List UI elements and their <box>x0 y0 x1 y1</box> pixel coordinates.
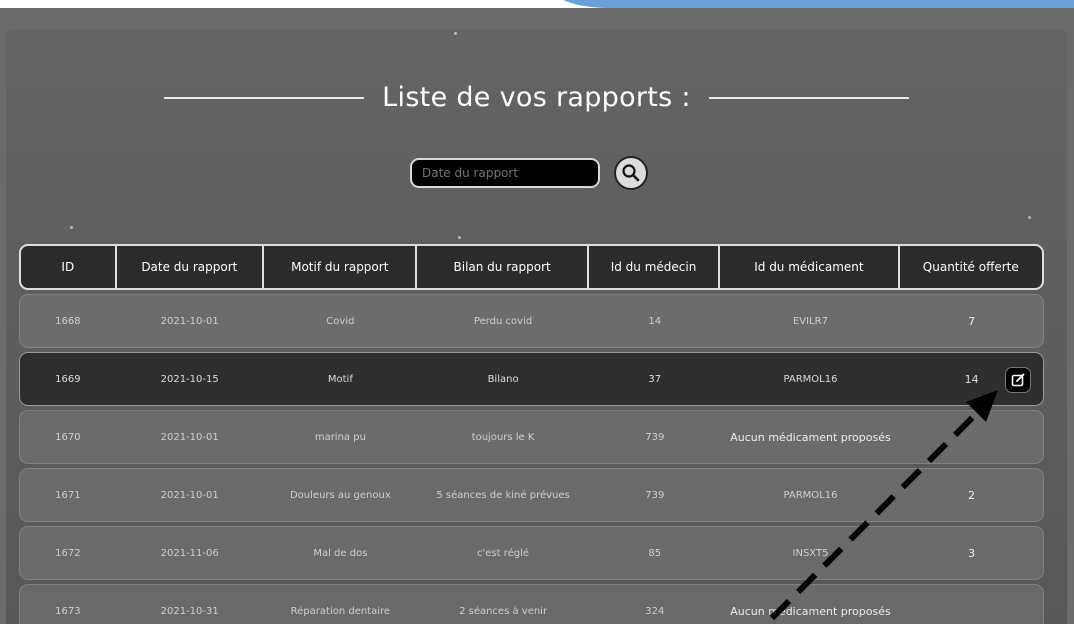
cell-quantite: 7 <box>968 314 976 328</box>
cell-date: 2021-10-01 <box>160 315 219 327</box>
cell-date: 2021-10-01 <box>160 431 219 443</box>
cell-date: 2021-10-15 <box>160 373 219 385</box>
cell-medecin: 739 <box>645 489 665 501</box>
cell-bilan: c'est réglé <box>477 547 530 559</box>
search-input[interactable] <box>410 158 600 188</box>
column-header-medecin[interactable]: Id du médecin <box>589 246 721 288</box>
cell-medicament: Aucun médicament proposés <box>730 430 891 444</box>
cell-date: 2021-10-01 <box>160 489 219 501</box>
cell-bilan: Perdu covid <box>473 315 533 327</box>
cell-motif: Motif <box>327 373 353 385</box>
search-button[interactable] <box>614 156 648 190</box>
title-line-right <box>708 96 909 99</box>
decor-dot <box>458 236 461 239</box>
table-row[interactable]: 1672 2021-11-06 Mal de dos c'est réglé 8… <box>19 526 1044 580</box>
edit-icon <box>1011 373 1025 387</box>
page-frame: Liste de vos rapports : ID Date du rappo… <box>0 8 1074 624</box>
cell-medecin: 14 <box>648 315 662 327</box>
cell-motif: Covid <box>326 315 355 327</box>
cell-id: 1671 <box>55 489 81 501</box>
cell-motif: marina pu <box>314 431 366 443</box>
cell-id: 1669 <box>55 373 81 385</box>
column-header-medicament[interactable]: Id du médicament <box>720 246 900 288</box>
cell-bilan: Bilano <box>487 373 519 385</box>
table-header: ID Date du rapport Motif du rapport Bila… <box>19 244 1044 290</box>
column-header-motif[interactable]: Motif du rapport <box>264 246 418 288</box>
cell-date: 2021-11-06 <box>160 547 219 559</box>
top-accent-shape <box>548 0 1074 8</box>
table-row[interactable]: 1671 2021-10-01 Douleurs au genoux 5 séa… <box>19 468 1044 522</box>
cell-medicament: PARMOL16 <box>783 489 838 501</box>
decor-dot <box>70 226 73 229</box>
top-bar <box>0 0 1074 8</box>
cell-id: 1668 <box>55 315 81 327</box>
cell-bilan: 2 séances à venir <box>459 605 548 617</box>
edit-button[interactable] <box>1005 367 1031 393</box>
column-header-bilan[interactable]: Bilan du rapport <box>417 246 589 288</box>
page-title: Liste de vos rapports : <box>382 82 691 113</box>
reports-table: ID Date du rapport Motif du rapport Bila… <box>19 244 1044 624</box>
cell-id: 1670 <box>55 431 81 443</box>
decor-dot <box>1028 216 1031 219</box>
cell-quantite <box>900 411 1043 463</box>
decor-dot <box>454 32 457 35</box>
cell-medecin: 324 <box>645 605 665 617</box>
cell-medecin: 85 <box>648 547 662 559</box>
table-row-selected[interactable]: 1669 2021-10-15 Motif Bilano 37 PARMOL16… <box>19 352 1044 406</box>
column-header-id[interactable]: ID <box>21 246 117 288</box>
cell-quantite <box>900 585 1043 624</box>
cell-medicament: EVILR7 <box>792 315 828 327</box>
title-row: Liste de vos rapports : <box>6 82 1067 113</box>
cell-id: 1672 <box>55 547 81 559</box>
title-line-left <box>164 96 365 99</box>
cell-bilan: toujours le K <box>471 431 535 443</box>
cell-motif: Douleurs au genoux <box>289 489 391 501</box>
table-row[interactable]: 1668 2021-10-01 Covid Perdu covid 14 EVI… <box>19 294 1044 348</box>
cell-id: 1673 <box>55 605 81 617</box>
content-panel: Liste de vos rapports : ID Date du rappo… <box>6 30 1067 624</box>
search-bar <box>410 156 648 190</box>
column-header-quantite[interactable]: Quantité offerte <box>900 246 1042 288</box>
search-icon <box>622 164 640 182</box>
cell-medicament: INSXT5 <box>792 547 829 559</box>
column-header-date[interactable]: Date du rapport <box>117 246 265 288</box>
cell-motif: Mal de dos <box>313 547 368 559</box>
cell-medecin: 37 <box>648 373 662 385</box>
cell-medicament: PARMOL16 <box>783 373 838 385</box>
cell-medicament: Aucun médicament proposés <box>730 604 891 618</box>
cell-quantite: 2 <box>968 488 976 502</box>
cell-quantite: 3 <box>968 546 976 560</box>
cell-medecin: 739 <box>645 431 665 443</box>
cell-bilan: 5 séances de kiné prévues <box>436 489 570 501</box>
cell-motif: Réparation dentaire <box>290 605 391 617</box>
table-row[interactable]: 1670 2021-10-01 marina pu toujours le K … <box>19 410 1044 464</box>
cell-date: 2021-10-31 <box>160 605 219 617</box>
table-row[interactable]: 1673 2021-10-31 Réparation dentaire 2 sé… <box>19 584 1044 624</box>
